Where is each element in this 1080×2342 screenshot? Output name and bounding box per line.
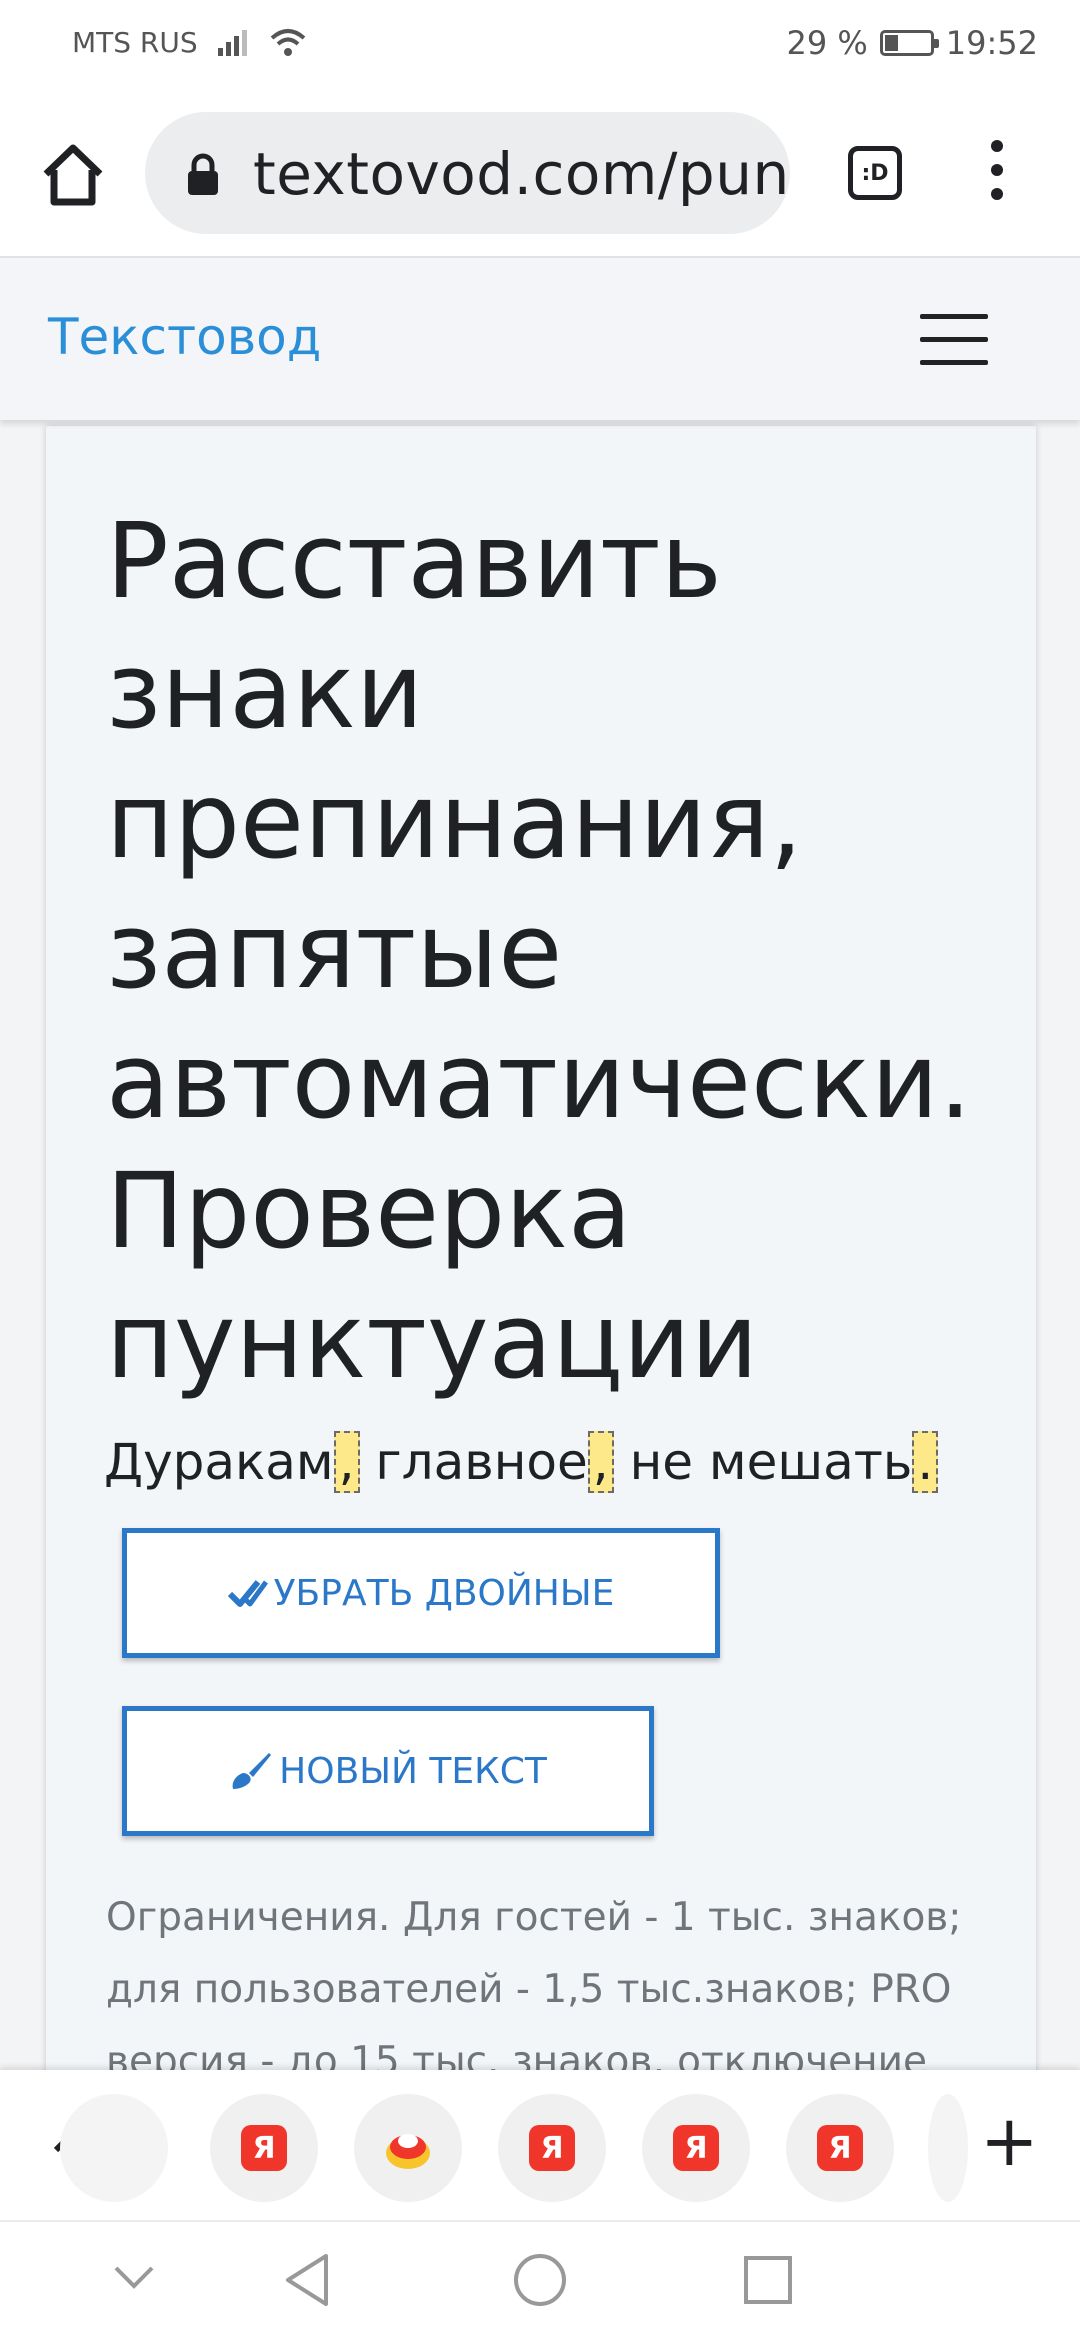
back-icon[interactable] <box>282 2252 332 2308</box>
sample-word: не мешать <box>613 1433 913 1491</box>
yandex-icon: Я <box>817 2125 863 2171</box>
new-text-button[interactable]: НОВЫЙ ТЕКСТ <box>122 1706 654 1836</box>
paint-brush-icon <box>232 1753 272 1789</box>
yandex-disk-icon <box>386 2134 430 2169</box>
yandex-icon: Я <box>673 2125 719 2171</box>
remove-duplicates-button[interactable]: УБРАТЬ ДВОЙНЫЕ <box>122 1528 720 1658</box>
add-bookmark-icon[interactable]: + <box>980 2106 1039 2176</box>
sample-word: Дуракам <box>104 1433 334 1491</box>
battery-fill <box>884 35 898 51</box>
browser-toolbar: textovod.com/punctuation :D <box>0 90 1080 258</box>
sample-word: главное <box>359 1433 588 1491</box>
bookmark-yandex[interactable]: Я <box>210 2094 318 2202</box>
carrier-label: MTS RUS <box>72 26 198 59</box>
url-text[interactable]: textovod.com/punctuation <box>253 140 790 208</box>
limits-text: Ограничения. Для гостей - 1 тыс. знаков;… <box>106 1895 962 2070</box>
inserted-punctuation[interactable]: . <box>912 1431 939 1493</box>
recents-icon[interactable] <box>742 2254 794 2306</box>
remove-duplicates-label: УБРАТЬ ДВОЙНЫЕ <box>273 1572 615 1614</box>
home-icon[interactable] <box>38 140 108 210</box>
page-content: Расставить знаки препинания, запятые авт… <box>0 420 1080 2070</box>
overflow-menu-icon[interactable] <box>982 140 1012 210</box>
site-navbar: Текстовод <box>0 258 1080 420</box>
lock-icon <box>188 153 218 195</box>
page-title: Расставить знаки препинания, запятые авт… <box>106 500 972 1402</box>
clock: 19:52 <box>945 24 1038 62</box>
site-brand-link[interactable]: Текстовод <box>48 308 321 366</box>
new-text-label: НОВЫЙ ТЕКСТ <box>279 1750 547 1792</box>
hamburger-menu-icon[interactable] <box>920 314 988 365</box>
status-bar: MTS RUS 29 % 19:52 <box>0 0 1080 90</box>
bookmark-yandex-disk[interactable] <box>354 2094 462 2202</box>
system-navigation-bar <box>0 2220 1080 2342</box>
bottom-bookmarks-bar: Я Я Я Я + <box>0 2070 1080 2220</box>
status-right: 29 % 19:52 <box>786 24 1038 62</box>
battery-icon <box>879 30 939 56</box>
signal-icon <box>217 29 247 56</box>
url-bar[interactable]: textovod.com/punctuation <box>145 112 790 234</box>
bookmark-yandex[interactable]: Я <box>498 2094 606 2202</box>
yandex-icon: Я <box>241 2125 287 2171</box>
inserted-punctuation[interactable]: , <box>333 1431 360 1493</box>
home-circle-icon[interactable] <box>512 2252 568 2308</box>
double-check-icon <box>227 1580 268 1607</box>
wifi-icon <box>270 28 305 56</box>
tab-switcher-button[interactable]: :D <box>848 146 902 200</box>
bookmark-yandex[interactable]: Я <box>786 2094 894 2202</box>
inserted-punctuation[interactable]: , <box>587 1431 614 1493</box>
bookmark-partial[interactable] <box>60 2094 168 2202</box>
hide-keyboard-icon[interactable] <box>112 2262 156 2292</box>
battery-percent: 29 % <box>786 24 868 62</box>
bookmark-yandex[interactable]: Я <box>642 2094 750 2202</box>
yandex-icon: Я <box>529 2125 575 2171</box>
main-card: Расставить знаки препинания, запятые авт… <box>46 426 1036 2070</box>
status-left: MTS RUS <box>72 26 308 59</box>
punctuation-result: Дуракам, главное, не мешать. <box>104 1431 939 1493</box>
bookmark-partial[interactable] <box>928 2094 968 2202</box>
